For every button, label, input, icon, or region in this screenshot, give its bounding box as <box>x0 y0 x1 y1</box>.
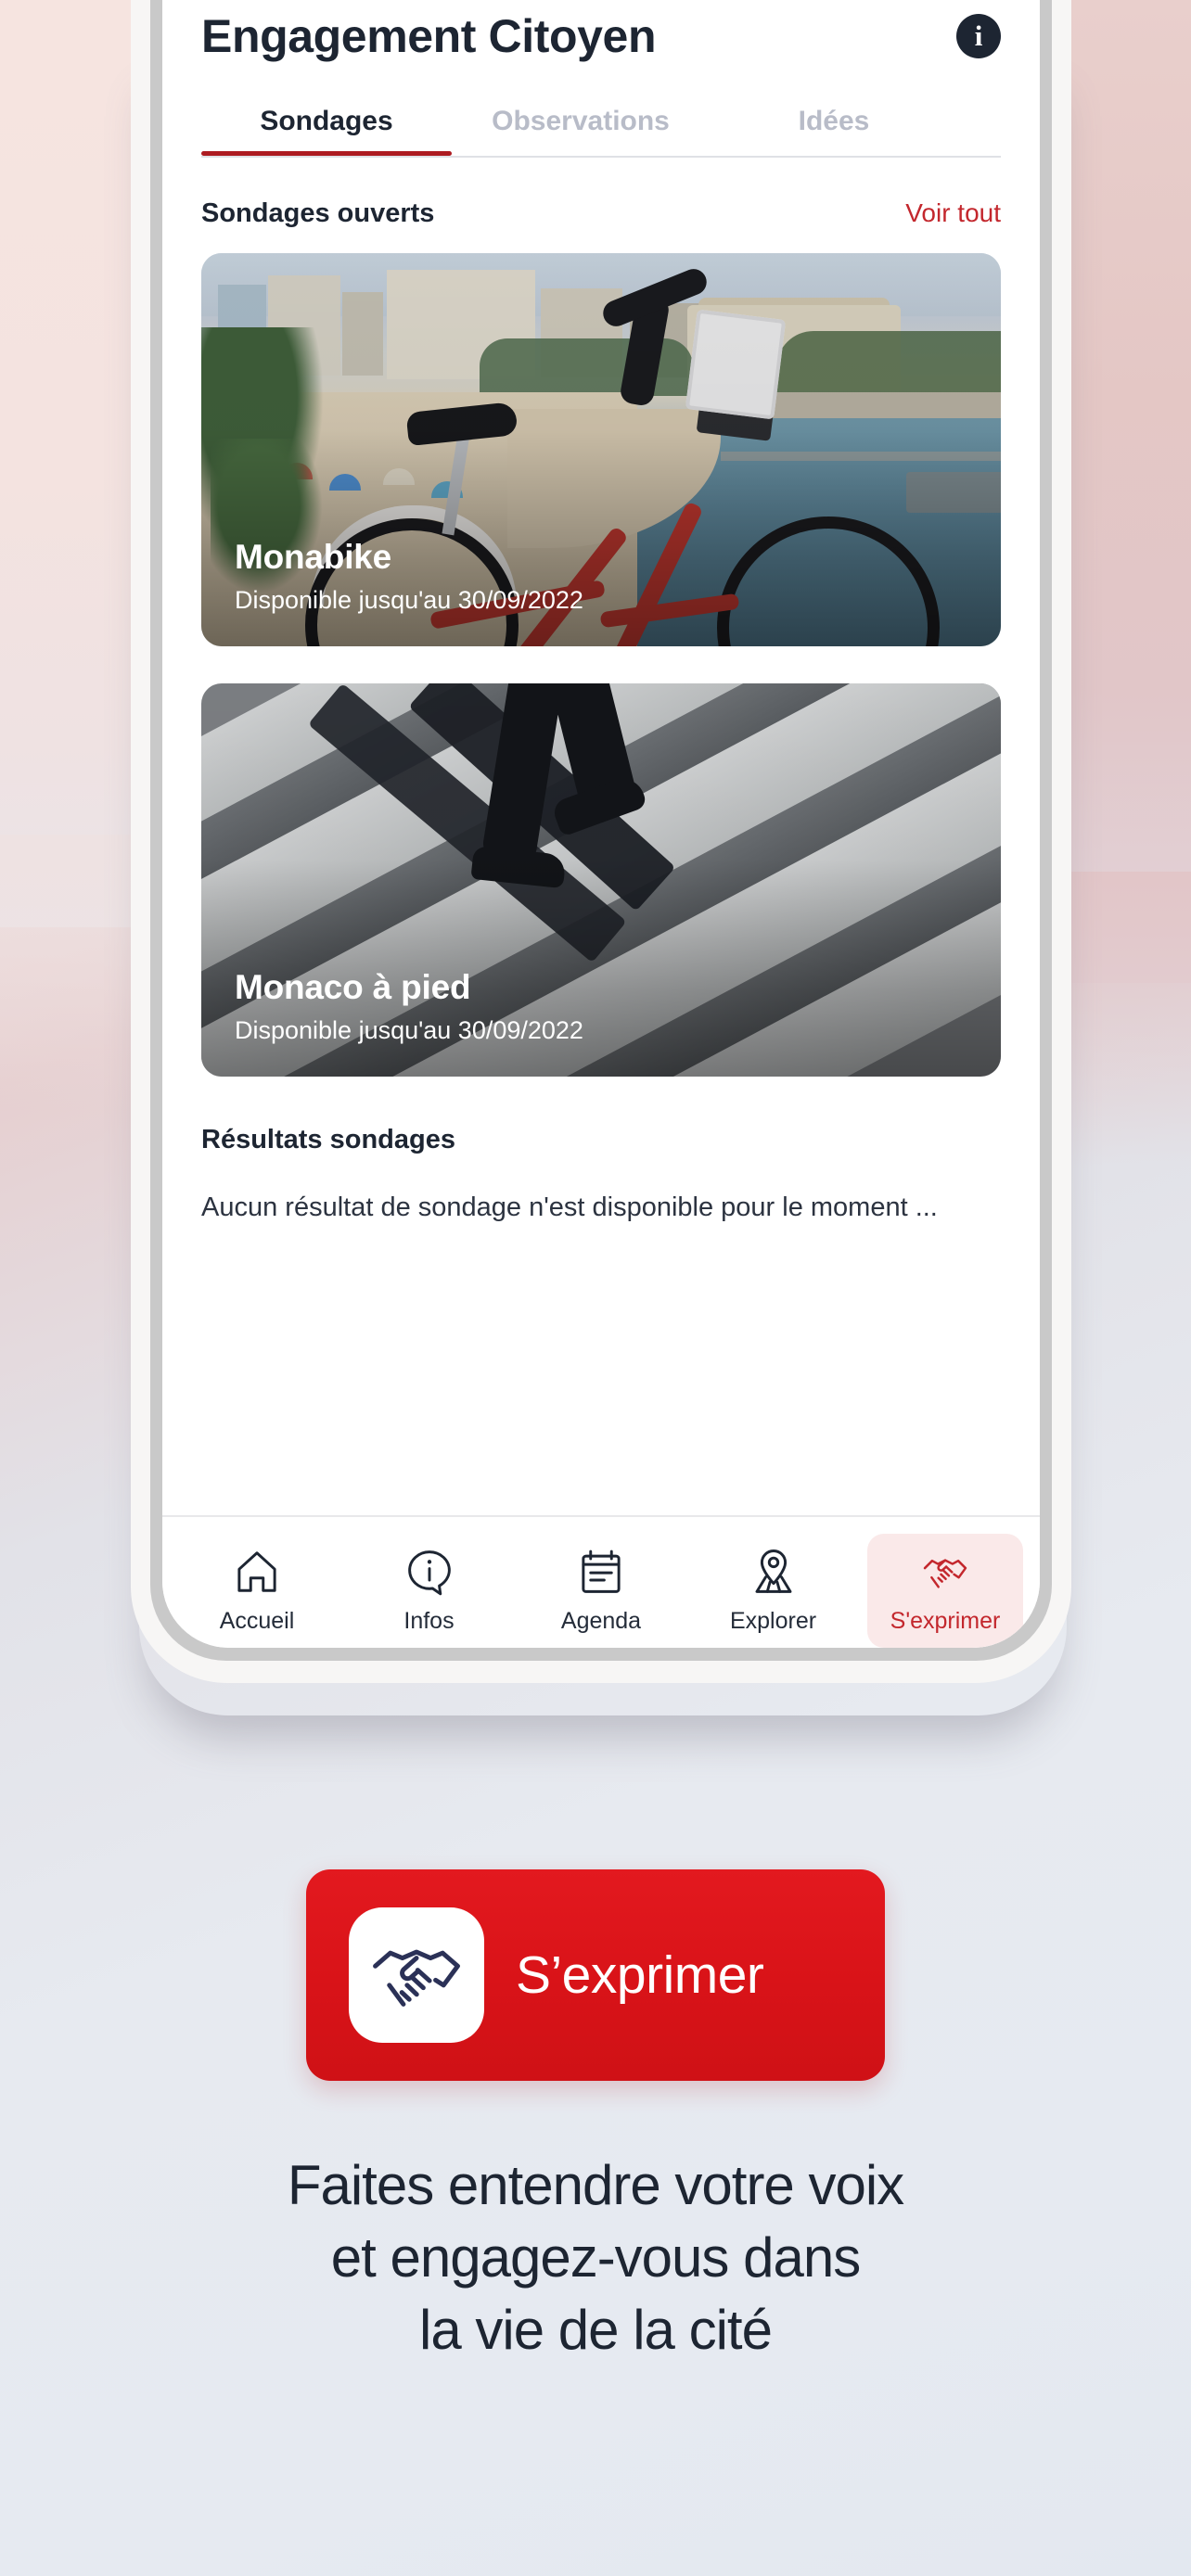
see-all-link[interactable]: Voir tout <box>905 198 1001 228</box>
open-polls-title: Sondages ouverts <box>201 198 435 228</box>
nav-label: Accueil <box>219 1608 295 1634</box>
handshake-icon <box>373 1949 460 2007</box>
nav-label: Explorer <box>729 1608 817 1634</box>
tagline-line-2: et engagez-vous dans <box>330 2226 861 2289</box>
app-header: Engagement Citoyen i <box>162 0 1040 63</box>
tagline: Faites entendre votre voix et engagez-vo… <box>0 2149 1191 2366</box>
poll-card-title: Monabike <box>235 538 392 576</box>
poll-card-subtitle: Disponible jusqu'au 30/09/2022 <box>235 1016 583 1044</box>
results-empty-message: Aucun résultat de sondage n'est disponib… <box>201 1192 938 1222</box>
poll-card-list: Monabike Disponible jusqu'au 30/09/2022 <box>162 229 1040 1114</box>
speech-bubble-info-icon <box>407 1550 451 1596</box>
bottom-navigation-bar: Accueil Infos Agenda Explorer S'exprimer <box>162 1515 1040 1648</box>
poll-card-subtitle: Disponible jusqu'au 30/09/2022 <box>235 586 583 614</box>
tab-sondages[interactable]: Sondages <box>201 106 452 156</box>
nav-item-accueil[interactable]: Accueil <box>179 1534 335 1648</box>
nav-label: S'exprimer <box>890 1608 1001 1634</box>
cta-section: S’exprimer <box>0 1869 1191 2081</box>
calendar-icon <box>582 1549 621 1593</box>
nav-label: Agenda <box>560 1608 642 1634</box>
tab-observations[interactable]: Observations <box>452 106 710 156</box>
handshake-icon <box>923 1559 967 1588</box>
tab-bar: Sondages Observations Idées <box>162 106 1040 156</box>
info-circle-icon[interactable]: i <box>956 14 1001 58</box>
results-title: Résultats sondages <box>201 1125 455 1154</box>
page-title: Engagement Citoyen <box>201 10 657 62</box>
phone-mockup: Engagement Citoyen i Sondages Observatio… <box>131 0 1071 1683</box>
tagline-line-1: Faites entendre votre voix <box>287 2154 904 2216</box>
sexprimer-cta-button[interactable]: S’exprimer <box>306 1869 885 2081</box>
map-pin-icon <box>755 1549 791 1593</box>
nav-item-sexprimer[interactable]: S'exprimer <box>867 1534 1023 1648</box>
nav-item-infos[interactable]: Infos <box>352 1534 507 1648</box>
poll-card-monaco-a-pied[interactable]: Monaco à pied Disponible jusqu'au 30/09/… <box>201 683 1001 1077</box>
tab-idees[interactable]: Idées <box>710 106 958 156</box>
results-section: Résultats sondages Aucun résultat de son… <box>162 1114 1040 1227</box>
poll-card-monabike[interactable]: Monabike Disponible jusqu'au 30/09/2022 <box>201 253 1001 646</box>
tagline-line-3: la vie de la cité <box>419 2299 773 2361</box>
cta-icon-badge <box>349 1907 484 2043</box>
phone-screen: Engagement Citoyen i Sondages Observatio… <box>162 0 1040 1648</box>
nav-label: Infos <box>403 1608 455 1634</box>
home-icon <box>237 1551 276 1592</box>
poll-card-title: Monaco à pied <box>235 968 471 1006</box>
open-polls-header: Sondages ouverts Voir tout <box>162 158 1040 229</box>
nav-item-agenda[interactable]: Agenda <box>523 1534 679 1648</box>
nav-item-explorer[interactable]: Explorer <box>696 1534 852 1648</box>
cta-label: S’exprimer <box>516 1945 764 2005</box>
tab-active-indicator <box>201 151 452 156</box>
